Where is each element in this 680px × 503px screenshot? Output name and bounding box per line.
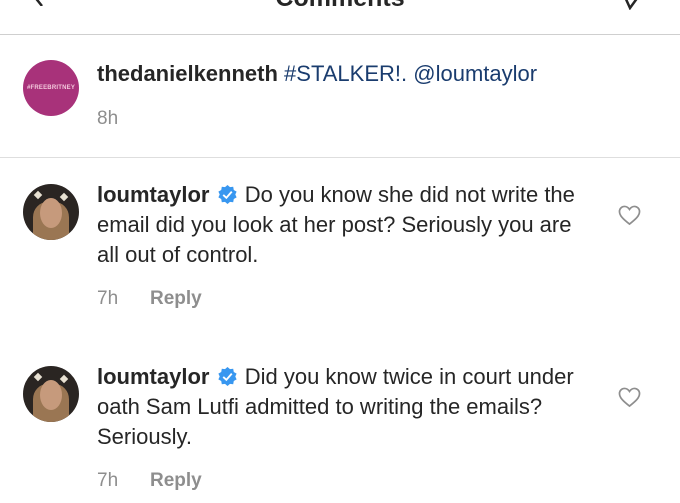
reply-button[interactable]: Reply <box>150 470 202 492</box>
comment-item: loumtaylor Do you know she did not write… <box>0 180 680 320</box>
comment-timestamp: 7h <box>97 288 119 309</box>
avatar-star <box>33 372 43 382</box>
comment-timestamp: 7h <box>97 470 119 491</box>
heart-icon[interactable] <box>618 205 641 226</box>
verified-badge-icon <box>217 367 237 386</box>
page-title: Comments <box>0 0 680 13</box>
send-icon[interactable] <box>618 0 648 10</box>
comment-text: loumtaylor Did you know twice in court u… <box>97 362 577 452</box>
verified-badge-icon <box>217 185 237 204</box>
avatar[interactable] <box>23 184 79 240</box>
avatar-text: #FREEBRITNEY <box>26 85 76 91</box>
caption-timestamp: 8h <box>97 108 119 129</box>
caption-text: thedanielkenneth #STALKER!. @loumtaylor <box>97 59 657 89</box>
avatar-star <box>59 192 69 202</box>
avatar-star <box>59 374 69 384</box>
heart-icon[interactable] <box>618 387 641 408</box>
caption-mention[interactable]: @loumtaylor <box>413 61 537 86</box>
avatar-face <box>40 380 62 410</box>
reply-button[interactable]: Reply <box>150 288 202 310</box>
top-nav-bar: Comments <box>0 0 680 35</box>
avatar[interactable] <box>23 366 79 422</box>
post-caption: #FREEBRITNEY thedanielkenneth #STALKER!.… <box>0 35 680 158</box>
avatar-star <box>33 190 43 200</box>
comment-username[interactable]: loumtaylor <box>97 182 209 207</box>
comment-text: loumtaylor Do you know she did not write… <box>97 180 577 270</box>
caption-hashtag[interactable]: #STALKER!. <box>284 61 407 86</box>
comment-username[interactable]: loumtaylor <box>97 364 209 389</box>
avatar-face <box>40 198 62 228</box>
avatar[interactable]: #FREEBRITNEY <box>23 60 79 116</box>
caption-username[interactable]: thedanielkenneth <box>97 61 278 86</box>
comment-item: loumtaylor Did you know twice in court u… <box>0 362 680 502</box>
